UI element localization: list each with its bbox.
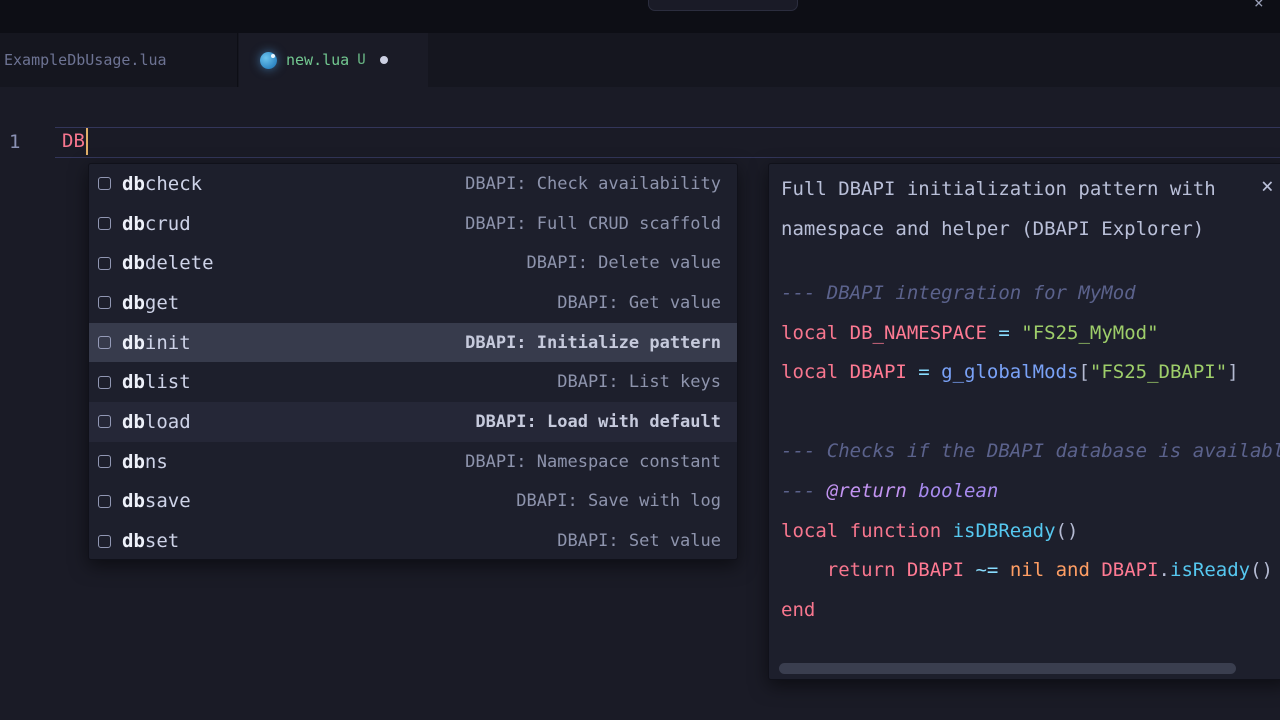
suggestion-detail: DBAPI: Load with default	[475, 412, 721, 432]
suggestion-label: dblist	[122, 371, 191, 393]
suggestion-label: dbdelete	[122, 252, 214, 274]
text-cursor	[86, 128, 88, 155]
suggestion-detail: DBAPI: Set value	[557, 531, 721, 551]
snippet-icon	[98, 177, 111, 190]
suggestion-detail: DBAPI: Check availability	[465, 174, 721, 194]
tab-label: new.lua	[286, 51, 349, 69]
code-line: --- Checks if the DBAPI database is avai…	[781, 432, 1280, 472]
snippet-icon	[98, 495, 111, 508]
suggestion-detail: DBAPI: Delete value	[527, 253, 721, 273]
snippet-icon	[98, 415, 111, 428]
code-line: --- DBAPI integration for MyMod	[781, 274, 1280, 314]
doc-header-line-1: Full DBAPI initialization pattern with	[781, 169, 1259, 209]
suggest-item-dbset[interactable]: dbset DBAPI: Set value	[89, 521, 737, 560]
code-line: local DBAPI = g_globalMods["FS25_DBAPI"]	[781, 353, 1280, 393]
suggestion-detail: DBAPI: Get value	[557, 293, 721, 313]
suggestion-label: dbset	[122, 530, 179, 552]
code-line	[781, 393, 1280, 433]
suggest-item-dbns[interactable]: dbns DBAPI: Namespace constant	[89, 442, 737, 482]
git-untracked-badge: U	[357, 52, 365, 68]
suggestion-label: dbcheck	[122, 173, 202, 195]
snippet-icon	[98, 296, 111, 309]
suggest-doc-panel: Full DBAPI initialization pattern with n…	[768, 163, 1280, 680]
code-line: end	[781, 591, 1280, 631]
suggest-item-dbload[interactable]: dbload DBAPI: Load with default	[89, 402, 737, 442]
snippet-icon	[98, 376, 111, 389]
command-center-searchbox[interactable]	[648, 0, 798, 11]
suggest-item-dblist[interactable]: dblist DBAPI: List keys	[89, 362, 737, 402]
suggest-item-dbcrud[interactable]: dbcrud DBAPI: Full CRUD scaffold	[89, 204, 737, 244]
window-close-icon[interactable]: ×	[1254, 0, 1264, 12]
suggestion-label: dbinit	[122, 332, 191, 354]
suggestion-detail: DBAPI: List keys	[557, 372, 721, 392]
suggestion-label: dbsave	[122, 490, 191, 512]
suggestion-label: dbns	[122, 451, 168, 473]
horizontal-scrollbar[interactable]	[779, 663, 1236, 674]
modified-dot-icon[interactable]	[380, 56, 388, 64]
suggestion-label: dbcrud	[122, 213, 191, 235]
suggestion-detail: DBAPI: Initialize pattern	[465, 333, 721, 353]
line-number: 1	[9, 131, 20, 153]
suggestion-label: dbget	[122, 292, 179, 314]
code-line: return DBAPI ~= nil and DBAPI.isReady()	[781, 551, 1280, 591]
snippet-icon	[98, 257, 111, 270]
tab-new-lua[interactable]: new.lua U	[239, 33, 428, 87]
doc-code: --- DBAPI integration for MyModlocal DB_…	[781, 274, 1280, 630]
suggest-list: dbcheck DBAPI: Check availability dbcrud DB…	[89, 164, 737, 560]
suggest-item-dbdelete[interactable]: dbdelete DBAPI: Delete value	[89, 243, 737, 283]
code-line: local function isDBReady()	[781, 512, 1280, 552]
suggest-item-dbcheck[interactable]: dbcheck DBAPI: Check availability	[89, 164, 737, 204]
current-line-highlight	[55, 127, 1280, 158]
suggestion-label: dbload	[122, 411, 191, 433]
tab-label: ExampleDbUsage.lua	[4, 51, 167, 69]
lua-file-icon	[260, 52, 277, 69]
suggestion-detail: DBAPI: Save with log	[516, 491, 721, 511]
editor-tab-bar: ExampleDbUsage.lua new.lua U	[0, 33, 1280, 87]
suggest-item-dbinit[interactable]: dbinit DBAPI: Initialize pattern	[89, 323, 737, 363]
typed-text: DB	[62, 130, 85, 152]
snippet-icon	[98, 336, 111, 349]
snippet-icon	[98, 217, 111, 230]
suggest-item-dbget[interactable]: dbget DBAPI: Get value	[89, 283, 737, 323]
vscode-window: × ExampleDbUsage.lua new.lua U 1 DB dbch…	[0, 0, 1280, 720]
title-bar: ×	[0, 0, 1280, 33]
snippet-icon	[98, 535, 111, 548]
suggestion-detail: DBAPI: Namespace constant	[465, 452, 721, 472]
doc-header-line-2: namespace and helper (DBAPI Explorer)	[781, 209, 1259, 249]
close-icon[interactable]: ×	[1261, 174, 1274, 198]
code-line: --- @return boolean	[781, 472, 1280, 512]
tab-exampledbusage-lua[interactable]: ExampleDbUsage.lua	[0, 33, 238, 87]
suggestion-detail: DBAPI: Full CRUD scaffold	[465, 214, 721, 234]
snippet-icon	[98, 455, 111, 468]
suggest-item-dbsave[interactable]: dbsave DBAPI: Save with log	[89, 482, 737, 522]
suggest-widget: dbcheck DBAPI: Check availability dbcrud DB…	[88, 163, 738, 560]
code-line: local DB_NAMESPACE = "FS25_MyMod"	[781, 314, 1280, 354]
